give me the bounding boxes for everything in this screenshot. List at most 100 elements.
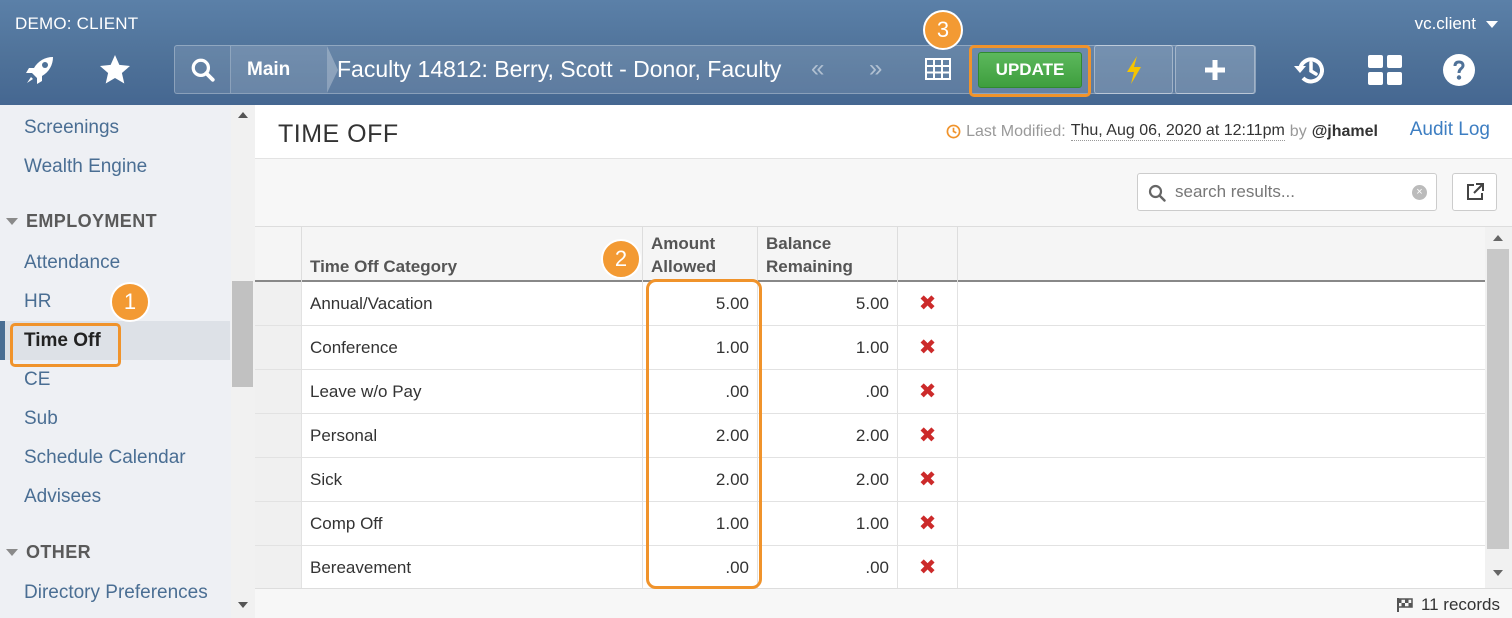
sidebar-section-other[interactable]: OTHER: [6, 542, 91, 563]
sidebar-item-advisees[interactable]: Advisees: [24, 486, 101, 508]
sidebar-item-schedule-calendar[interactable]: Schedule Calendar: [24, 447, 186, 469]
delete-icon[interactable]: ✖: [898, 282, 958, 325]
plus-icon: [1205, 59, 1225, 80]
row-selector[interactable]: [255, 282, 302, 325]
last-modified-label: Last Modified:: [966, 122, 1066, 140]
search-results-input[interactable]: [1175, 174, 1405, 210]
category-cell: Comp Off: [302, 502, 643, 545]
record-count: 11 records: [1396, 595, 1500, 615]
category-cell: Leave w/o Pay: [302, 370, 643, 413]
table-header: Time Off Category Amount Allowed Balance…: [255, 227, 1485, 282]
by-label: by: [1289, 122, 1307, 140]
column-header-balance[interactable]: Balance Remaining: [758, 227, 898, 282]
table-row[interactable]: Annual/Vacation 5.00 5.00 ✖: [255, 282, 1485, 326]
balance-cell: 5.00: [758, 282, 898, 325]
delete-icon[interactable]: ✖: [898, 326, 958, 369]
update-button[interactable]: UPDATE: [978, 52, 1082, 88]
table-row[interactable]: Leave w/o Pay .00 .00 ✖: [255, 370, 1485, 414]
row-selector[interactable]: [255, 414, 302, 457]
sidebar-item-ce[interactable]: CE: [24, 369, 50, 391]
audit-log-link[interactable]: Audit Log: [1410, 119, 1490, 141]
delete-icon[interactable]: ✖: [898, 458, 958, 501]
main-content: TIME OFF Last Modified: Thu, Aug 06, 202…: [255, 105, 1512, 618]
history-icon[interactable]: [1290, 50, 1330, 90]
rocket-icon[interactable]: [20, 50, 60, 90]
table-row[interactable]: Bereavement .00 .00 ✖: [255, 546, 1485, 588]
search-icon: [1148, 184, 1166, 202]
balance-cell: 2.00: [758, 458, 898, 501]
column-label: Remaining: [766, 257, 853, 276]
column-header-amount[interactable]: Amount Allowed: [643, 227, 758, 282]
help-icon[interactable]: [1439, 50, 1479, 90]
add-button[interactable]: [1175, 45, 1255, 94]
sidebar-item-sub[interactable]: Sub: [24, 408, 58, 430]
star-icon[interactable]: [95, 50, 135, 90]
sidebar-item-directory-preferences[interactable]: Directory Preferences: [24, 582, 208, 604]
category-cell: Personal: [302, 414, 643, 457]
results-panel: × Time Off Category Amount Allowed Balan…: [255, 158, 1512, 618]
breadcrumb-main[interactable]: Main: [231, 46, 327, 93]
scroll-up-icon[interactable]: [1493, 235, 1503, 241]
active-item-indicator: [0, 321, 5, 360]
row-selector[interactable]: [255, 502, 302, 545]
scroll-down-icon[interactable]: [238, 602, 248, 608]
delete-column-header: [898, 227, 958, 282]
sidebar: Screenings Wealth Engine EMPLOYMENT Atte…: [0, 105, 255, 618]
client-label: DEMO: CLIENT: [15, 14, 139, 33]
sidebar-item-attendance[interactable]: Attendance: [24, 252, 120, 274]
table-row[interactable]: Comp Off 1.00 1.00 ✖: [255, 502, 1485, 546]
delete-icon[interactable]: ✖: [898, 502, 958, 545]
category-cell: Conference: [302, 326, 643, 369]
table-footer: 11 records: [255, 588, 1512, 618]
user-menu[interactable]: vc.client: [1415, 14, 1498, 34]
category-cell: Sick: [302, 458, 643, 501]
step-marker-3: 3: [923, 10, 963, 50]
open-new-window-button[interactable]: [1452, 173, 1497, 211]
external-link-icon: [1466, 183, 1484, 200]
last-modified-date: Thu, Aug 06, 2020 at 12:11pm: [1070, 122, 1285, 141]
table-row[interactable]: Personal 2.00 2.00 ✖: [255, 414, 1485, 458]
delete-icon[interactable]: ✖: [898, 370, 958, 413]
quick-actions-button[interactable]: [1094, 45, 1173, 94]
table-row[interactable]: Conference 1.00 1.00 ✖: [255, 326, 1485, 370]
next-record-button[interactable]: »: [869, 46, 882, 93]
collapse-icon: [6, 549, 18, 556]
row-selector[interactable]: [255, 370, 302, 413]
amount-allowed-highlight: [646, 279, 762, 589]
delete-icon[interactable]: ✖: [898, 414, 958, 457]
dashboard-icon[interactable]: [1365, 50, 1405, 90]
delete-icon[interactable]: ✖: [898, 546, 958, 588]
search-results-box: ×: [1137, 173, 1437, 211]
table-icon[interactable]: [925, 58, 951, 85]
step-marker-1: 1: [110, 282, 150, 322]
previous-record-button[interactable]: «: [811, 46, 824, 93]
table-row[interactable]: Sick 2.00 2.00 ✖: [255, 458, 1485, 502]
table-scrollbar-thumb[interactable]: [1487, 249, 1509, 549]
row-selector[interactable]: [255, 458, 302, 501]
sidebar-section-employment[interactable]: EMPLOYMENT: [6, 211, 157, 232]
clock-icon: [946, 124, 961, 139]
sidebar-item-hr[interactable]: HR: [24, 291, 51, 313]
row-selector[interactable]: [255, 326, 302, 369]
column-header-category[interactable]: Time Off Category: [302, 227, 643, 282]
scroll-up-icon[interactable]: [238, 112, 248, 118]
sidebar-scrollbar-thumb[interactable]: [232, 281, 253, 387]
last-modified-info: Last Modified: Thu, Aug 06, 2020 at 12:1…: [946, 122, 1378, 141]
scroll-down-icon[interactable]: [1493, 570, 1503, 576]
balance-cell: .00: [758, 546, 898, 588]
balance-cell: 2.00: [758, 414, 898, 457]
column-label: Balance: [766, 234, 832, 253]
step-marker-2: 2: [601, 239, 641, 279]
sidebar-item-wealth-engine[interactable]: Wealth Engine: [24, 156, 147, 178]
clear-search-icon[interactable]: ×: [1412, 185, 1427, 200]
search-button[interactable]: [175, 46, 231, 93]
balance-cell: 1.00: [758, 326, 898, 369]
sidebar-item-screenings[interactable]: Screenings: [24, 117, 119, 139]
record-count-text: 11 records: [1420, 595, 1500, 614]
category-cell: Annual/Vacation: [302, 282, 643, 325]
chevron-down-icon: [1486, 20, 1498, 28]
user-name: vc.client: [1414, 14, 1476, 33]
section-label: EMPLOYMENT: [26, 211, 158, 231]
lightning-icon: [1126, 55, 1141, 84]
row-selector[interactable]: [255, 546, 302, 588]
